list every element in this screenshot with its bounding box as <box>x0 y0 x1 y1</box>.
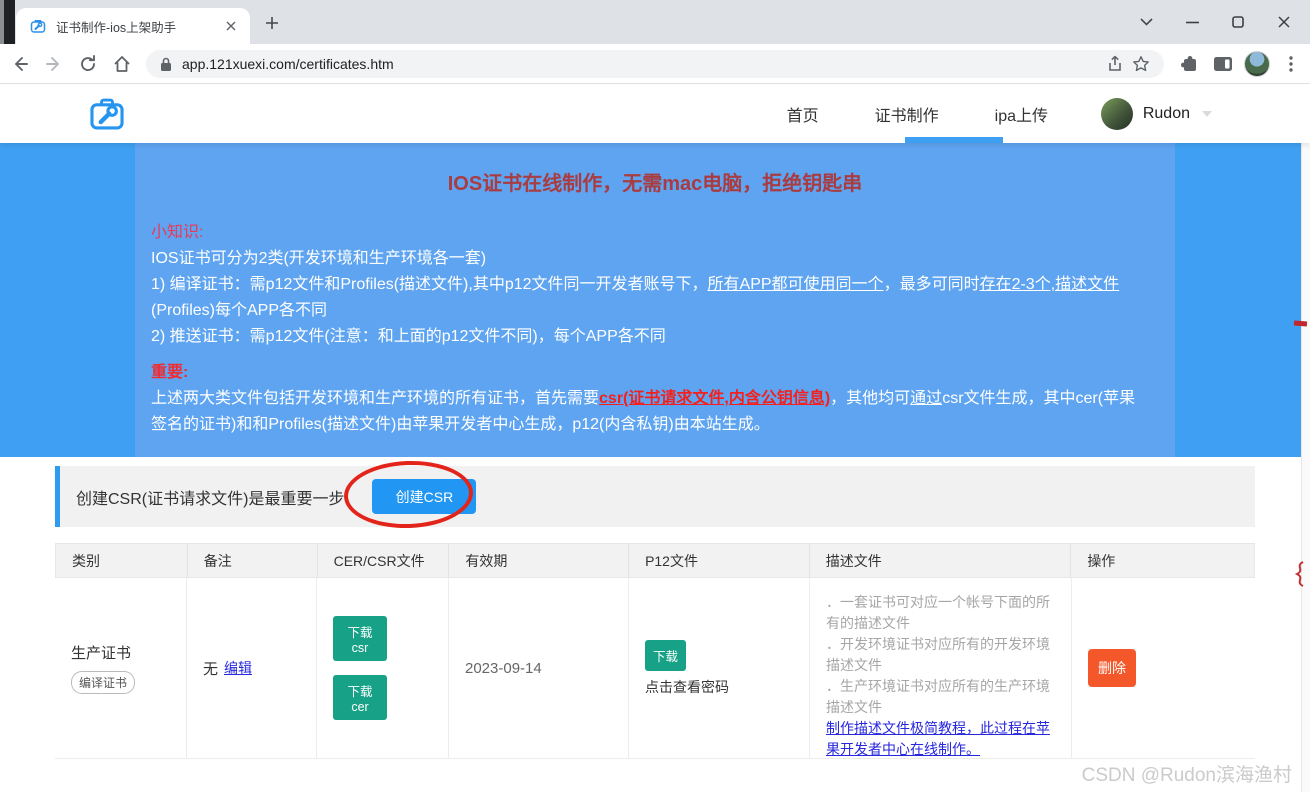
browser-window: 证书制作-ios上架助手 app.121xuexi.com/certificat… <box>0 0 1310 792</box>
hero-line-2-wrap: (Profiles)每个APP各不同 <box>151 302 328 319</box>
col-header-profile: 描述文件 <box>810 544 1072 577</box>
window-controls <box>1138 0 1302 44</box>
browser-menu-kebab-icon[interactable] <box>1278 51 1304 77</box>
hero-banner: IOS证书在线制作，无需mac电脑，拒绝钥匙串 小知识: IOS证书可分为2类(… <box>0 143 1305 457</box>
table-header-row: 类别 备注 CER/CSR文件 有效期 P12文件 描述文件 操作 <box>55 543 1255 578</box>
profile-desc-line: ．开发环境证书对应所有的开发环境描述文件 <box>826 636 1050 673</box>
category-badge: 编译证书 <box>71 671 136 694</box>
download-csr-button[interactable]: 下载csr <box>333 616 387 661</box>
create-csr-callout: 创建CSR(证书请求文件)是最重要一步 创建CSR <box>55 466 1255 527</box>
nav-active-underline <box>905 137 1003 143</box>
nav-item-ipa-upload[interactable]: ipa上传 <box>995 84 1048 143</box>
tab-title: 证书制作-ios上架助手 <box>56 20 177 35</box>
profile-tutorial-link[interactable]: 制作描述文件极简教程，此过程在苹果开发者中心在线制作。 <box>826 718 1057 760</box>
tab-close-icon[interactable] <box>222 17 240 35</box>
hero-line-1: IOS证书可分为2类(开发环境和生产环境各一套) <box>151 250 487 267</box>
edit-link[interactable]: 编辑 <box>224 658 252 679</box>
cell-cer-csr: 下载csr 下载cer <box>317 578 449 758</box>
back-icon[interactable] <box>6 50 34 78</box>
browser-tab[interactable]: 证书制作-ios上架助手 <box>16 8 250 44</box>
col-header-expiry: 有效期 <box>449 544 630 577</box>
col-header-note: 备注 <box>188 544 318 577</box>
table-row: 生产证书 编译证书 无编辑 下载csr 下载cer 2023-09-14 下载 … <box>55 578 1255 759</box>
browser-profile-avatar[interactable] <box>1244 51 1270 77</box>
user-name: Rudon <box>1142 104 1190 122</box>
p12-password-hint[interactable]: 点击查看密码 <box>645 677 729 697</box>
hero-important-line-1: 上述两大类文件包括开发环境和生产环境的所有证书，首先需要csr(证书请求文件,内… <box>151 390 1136 407</box>
hero-content: IOS证书在线制作，无需mac电脑，拒绝钥匙串 小知识: IOS证书可分为2类(… <box>135 143 1175 457</box>
profile-desc-line: ．生产环境证书对应所有的生产环境描述文件 <box>826 678 1050 715</box>
cell-category: 生产证书 编译证书 <box>55 578 187 758</box>
forward-icon[interactable] <box>40 50 68 78</box>
user-chip[interactable]: Rudon <box>1100 84 1212 143</box>
download-cer-button[interactable]: 下载cer <box>333 675 387 720</box>
main-nav: 首页 证书制作 ipa上传 <box>787 84 1048 143</box>
nav-item-home[interactable]: 首页 <box>787 84 819 143</box>
annotation-red-scribble <box>1291 560 1307 588</box>
hero-line-2: 1) 编译证书：需p12文件和Profiles(描述文件),其中p12文件同一开… <box>151 276 1120 293</box>
address-bar[interactable]: app.121xuexi.com/certificates.htm <box>146 50 1164 78</box>
annotation-red-dash <box>1293 320 1308 327</box>
toolbar-right-icons <box>1176 50 1304 78</box>
col-header-category: 类别 <box>56 544 188 577</box>
download-p12-button[interactable]: 下载 <box>645 639 687 671</box>
extensions-puzzle-icon[interactable] <box>1176 51 1202 77</box>
user-dropdown-caret-icon <box>1202 110 1212 117</box>
refresh-icon[interactable] <box>74 50 102 78</box>
delete-button[interactable]: 删除 <box>1088 649 1136 687</box>
hero-important-line-2: 签名的证书)和和Profiles(描述文件)由苹果开发者中心生成，p12(内含私… <box>151 416 770 433</box>
bookmark-star-icon[interactable] <box>1128 51 1154 77</box>
col-header-actions: 操作 <box>1087 552 1116 569</box>
new-tab-button[interactable] <box>262 13 282 33</box>
certificates-table: 类别 备注 CER/CSR文件 有效期 P12文件 描述文件 操作 生产证书 编… <box>55 543 1255 759</box>
tab-search-chevron-icon[interactable] <box>1138 14 1154 30</box>
tab-favicon-icon <box>30 18 46 34</box>
category-text: 生产证书 <box>71 645 132 662</box>
browser-titlebar: 证书制作-ios上架助手 <box>0 0 1310 44</box>
home-icon[interactable] <box>108 50 136 78</box>
page-scrollbar[interactable] <box>1301 84 1310 792</box>
lock-icon <box>160 57 172 72</box>
create-csr-button[interactable]: 创建CSR <box>372 479 477 514</box>
side-panel-icon[interactable] <box>1210 51 1236 77</box>
col-header-p12: P12文件 <box>629 544 810 577</box>
hero-title: IOS证书在线制作，无需mac电脑，拒绝钥匙串 <box>447 173 863 195</box>
hero-line-3: 2) 推送证书：需p12文件(注意：和上面的p12文件不同)，每个APP各不同 <box>151 328 666 345</box>
cell-note: 无编辑 <box>187 578 317 758</box>
share-icon[interactable] <box>1102 51 1128 77</box>
window-edge <box>0 0 15 44</box>
cell-expiry: 2023-09-14 <box>449 578 629 758</box>
note-text: 无 <box>203 660 219 678</box>
site-logo-toolbox-icon[interactable] <box>85 92 129 136</box>
cell-profile-desc: ．一套证书可对应一个帐号下面的所有的描述文件 ．开发环境证书对应所有的开发环境描… <box>810 578 1072 758</box>
col-header-cer-csr: CER/CSR文件 <box>318 544 450 577</box>
hero-important-label: 重要: <box>151 364 189 381</box>
user-avatar[interactable] <box>1100 97 1133 130</box>
callout-text: 创建CSR(证书请求文件)是最重要一步 <box>76 490 345 508</box>
expiry-date: 2023-09-14 <box>465 659 542 677</box>
minimize-button[interactable] <box>1184 14 1200 30</box>
profile-desc-line: ．一套证书可对应一个帐号下面的所有的描述文件 <box>826 594 1050 631</box>
csdn-watermark: CSDN @Rudon滨海渔村 <box>1081 765 1292 786</box>
site-header: 首页 证书制作 ipa上传 Rudon <box>0 84 1310 143</box>
cell-p12: 下载 点击查看密码 <box>629 578 810 758</box>
nav-item-certificates[interactable]: 证书制作 <box>875 84 939 143</box>
browser-toolbar: app.121xuexi.com/certificates.htm <box>0 44 1310 84</box>
close-window-button[interactable] <box>1276 14 1292 30</box>
maximize-button[interactable] <box>1230 14 1246 30</box>
url-text: app.121xuexi.com/certificates.htm <box>182 56 394 72</box>
cell-actions: 删除 <box>1072 578 1255 758</box>
hero-tip-label: 小知识: <box>151 224 204 241</box>
